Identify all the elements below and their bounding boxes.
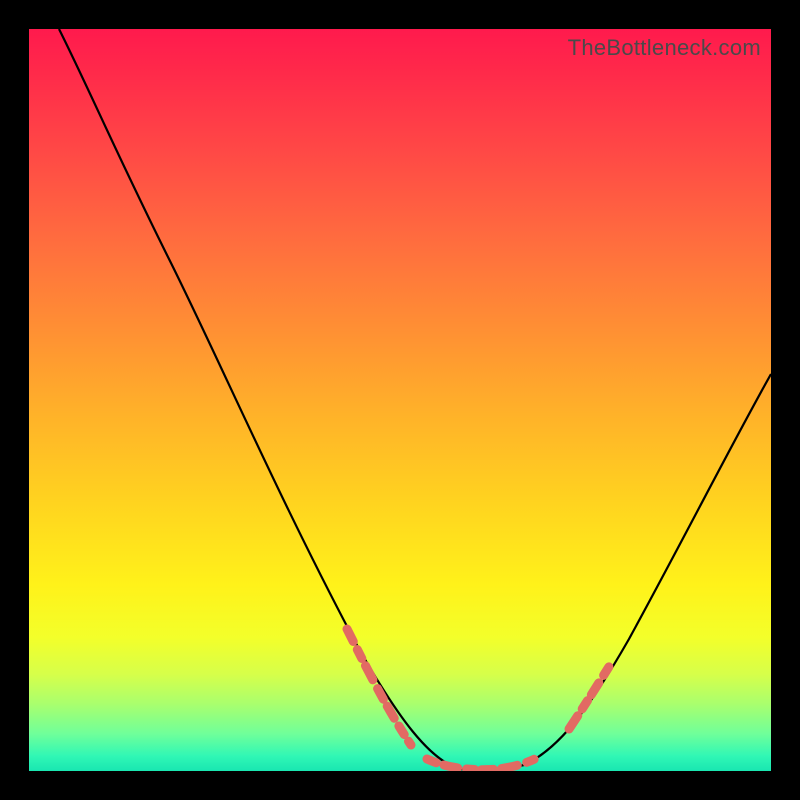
bottleneck-curve-svg [29,29,771,771]
highlight-segment-right [569,631,631,729]
highlight-segment-bottom [427,751,549,770]
bottleneck-curve-path [59,29,771,770]
chart-area: TheBottleneck.com [29,29,771,771]
highlight-segment-left [347,629,411,745]
